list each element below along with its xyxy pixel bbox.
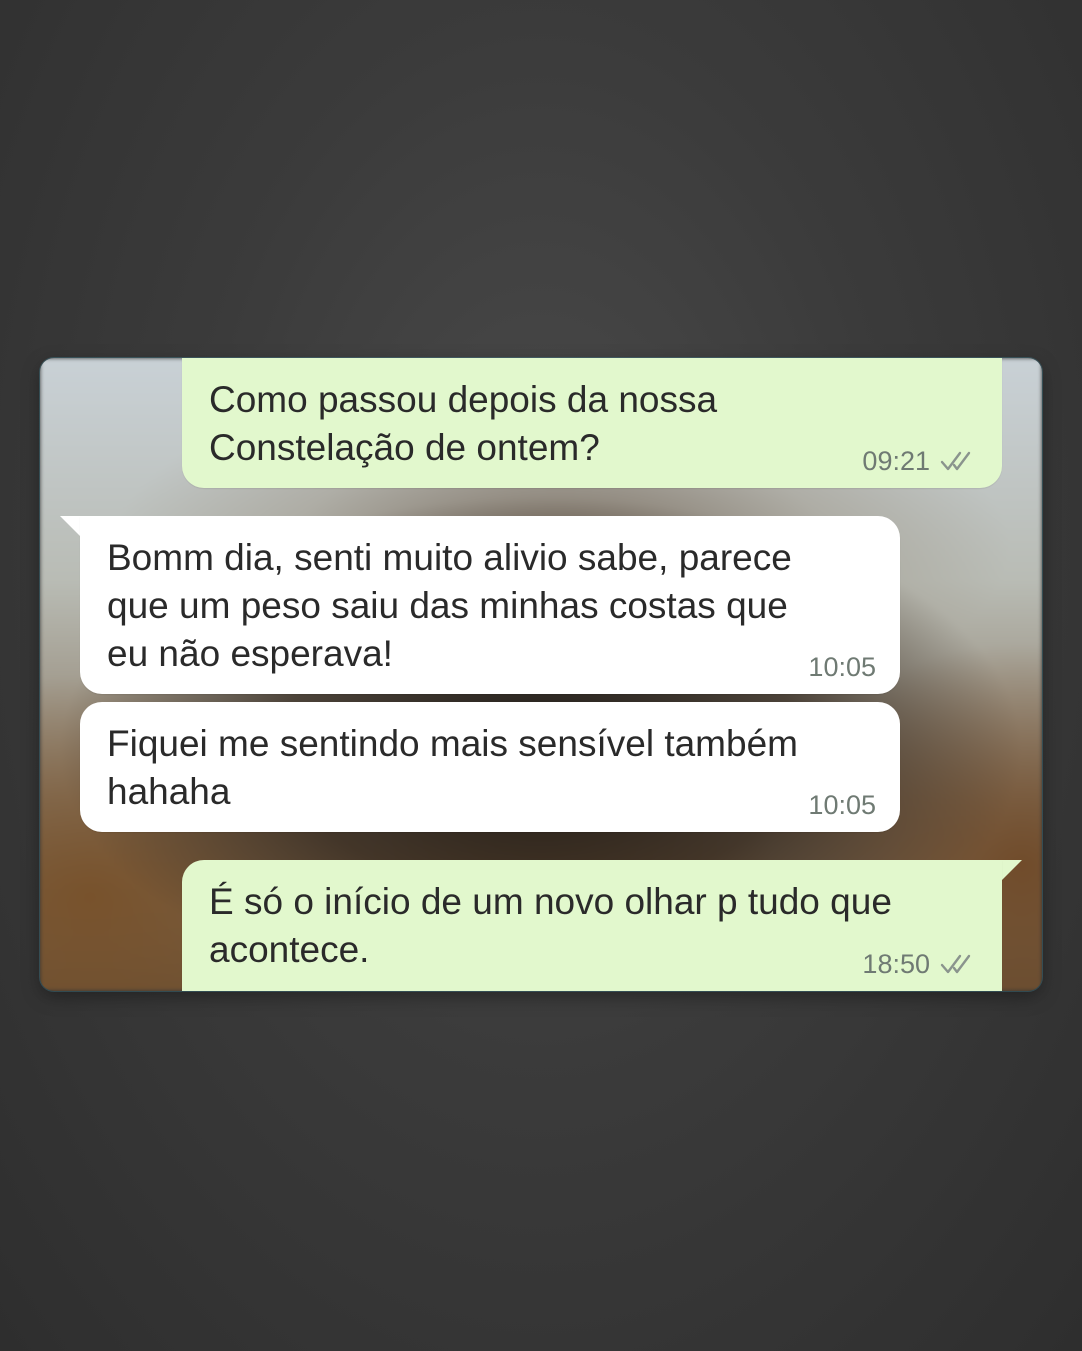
message-text: Como passou depois da nossa Constelação … (209, 379, 718, 468)
message-meta: 09:21 (862, 446, 978, 476)
message-time: 09:21 (862, 446, 930, 476)
message-meta: 10:05 (808, 652, 876, 682)
message-time: 10:05 (808, 790, 876, 820)
message-text: Bomm dia, senti muito alivio sabe, parec… (107, 537, 792, 674)
message-bubble-incoming[interactable]: Fiquei me sentindo mais sensível também … (80, 702, 900, 832)
message-meta: 18:50 (862, 949, 978, 979)
chat-screenshot-card: Como passou depois da nossa Constelação … (40, 358, 1042, 991)
message-time: 10:05 (808, 652, 876, 682)
message-bubble-outgoing[interactable]: É só o início de um novo olhar p tudo qu… (182, 860, 1002, 991)
message-text: É só o início de um novo olhar p tudo qu… (209, 881, 892, 970)
double-check-icon (940, 451, 971, 471)
message-time: 18:50 (862, 949, 930, 979)
message-bubble-incoming[interactable]: Bomm dia, senti muito alivio sabe, parec… (80, 516, 900, 694)
screen: { "conversation": { "messages": [ { "dir… (0, 0, 1082, 1351)
message-bubble-outgoing[interactable]: Como passou depois da nossa Constelação … (182, 358, 1002, 488)
double-check-icon (940, 954, 971, 974)
message-text: Fiquei me sentindo mais sensível também … (107, 723, 798, 812)
message-meta: 10:05 (808, 790, 876, 820)
